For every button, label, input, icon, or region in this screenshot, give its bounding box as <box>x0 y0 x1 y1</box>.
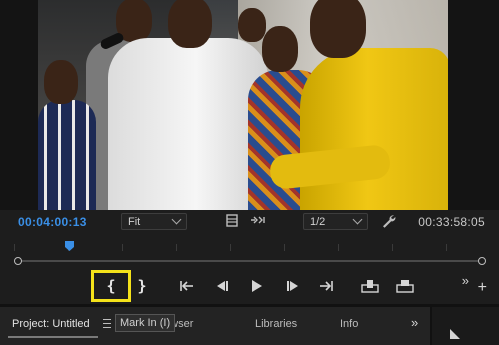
step-back-icon <box>216 281 225 291</box>
person-white-body <box>108 38 268 210</box>
program-monitor-video <box>0 0 499 210</box>
play-icon <box>252 280 262 292</box>
ruler-tick <box>392 244 393 251</box>
person-girl-head <box>262 26 298 72</box>
wrench-icon[interactable] <box>381 213 396 231</box>
transport-controls: { } » + <box>0 270 499 304</box>
zoom-scrollbar-right-handle[interactable] <box>478 257 486 265</box>
add-button-icon[interactable]: + <box>478 279 487 297</box>
person-white-head <box>168 0 212 48</box>
step-forward-bar-icon <box>286 281 289 291</box>
ruler-tick <box>176 244 177 251</box>
panel-menu-icon[interactable] <box>103 319 111 328</box>
video-frame <box>38 0 448 210</box>
drop-frame-icon[interactable] <box>250 214 266 229</box>
playback-resolution-value: 1/2 <box>310 215 326 228</box>
tools-panel <box>430 307 499 345</box>
go-to-in-button[interactable] <box>178 277 196 295</box>
zoom-level-value: Fit <box>128 215 141 228</box>
active-tab-indicator <box>8 336 98 338</box>
ruler-tick <box>446 244 447 251</box>
panel-tab-bar: Project: Untitled Media Browser Mark In … <box>0 307 499 345</box>
step-back-button[interactable] <box>214 277 230 295</box>
zoom-scrollbar[interactable] <box>14 257 486 265</box>
ruler-tick <box>14 244 15 251</box>
step-forward-button[interactable] <box>284 277 300 295</box>
tabs-overflow-button[interactable]: » <box>411 315 418 330</box>
go-to-out-button[interactable] <box>317 277 335 295</box>
playback-resolution-dropdown[interactable]: 1/2 <box>303 213 368 230</box>
ruler-tick <box>338 244 339 251</box>
mark-in-tooltip: Mark In (I) <box>115 314 176 332</box>
ruler-tick <box>230 244 231 251</box>
chevron-down-icon <box>171 214 182 225</box>
tab-info[interactable]: Info <box>340 318 358 330</box>
person-yellow-head <box>310 0 366 58</box>
mark-out-button[interactable]: } <box>135 277 149 295</box>
insert-button[interactable] <box>360 277 380 295</box>
monitor-status-bar: 00:04:00:13 Fit 1/2 00:33:58:05 <box>0 210 499 236</box>
safe-margins-icon[interactable] <box>226 214 238 230</box>
tab-project[interactable]: Project: Untitled <box>12 318 90 330</box>
ruler-tick <box>284 244 285 251</box>
chevron-down-icon <box>352 214 363 225</box>
tab-libraries[interactable]: Libraries <box>255 318 297 330</box>
zoom-scrollbar-track <box>19 260 481 262</box>
button-editor-overflow[interactable]: » <box>462 273 469 288</box>
ruler-tick <box>122 244 123 251</box>
zoom-scrollbar-left-handle[interactable] <box>14 257 22 265</box>
play-button[interactable] <box>249 277 265 295</box>
timeline-ruler[interactable] <box>0 236 499 270</box>
step-back-bar-icon <box>225 281 228 291</box>
person-kente-head <box>44 60 78 104</box>
person-yellow-body <box>300 48 448 210</box>
current-timecode[interactable]: 00:04:00:13 <box>18 215 87 229</box>
zoom-level-dropdown[interactable]: Fit <box>121 213 187 230</box>
person-kente-body <box>38 100 96 210</box>
step-forward-icon <box>289 281 298 291</box>
duration-timecode: 00:33:58:05 <box>418 215 485 229</box>
mark-in-button[interactable]: { <box>104 277 118 295</box>
person-background-head <box>238 8 266 42</box>
playhead-marker[interactable] <box>65 241 74 251</box>
overwrite-button[interactable] <box>395 277 415 295</box>
